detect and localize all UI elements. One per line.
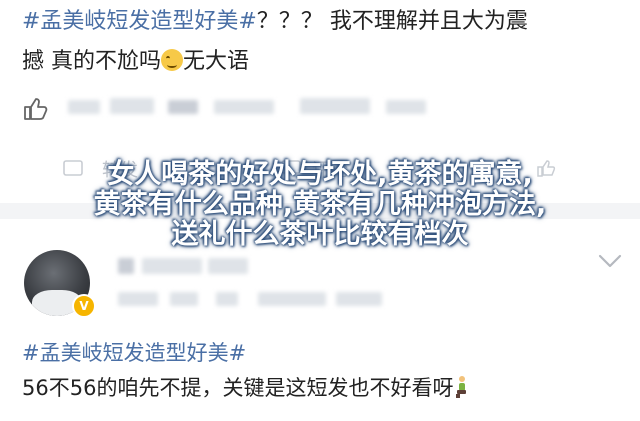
overlay-line-2: 黄茶有什么品种,黄茶有几种冲泡方法, (93, 189, 547, 220)
blurred-text (386, 100, 426, 114)
blurred-meta (216, 292, 238, 306)
blurred-text (110, 98, 154, 114)
blurred-meta (258, 292, 326, 306)
post-1-line-1-rest: ？？？ 我不理解并且大为震 (256, 9, 528, 34)
overlay-line-3: 送礼什么茶叶比较有档次 (171, 219, 469, 250)
blurred-like-count (68, 100, 100, 114)
post-1-line-2-text: 撼 真的不尬吗 (22, 49, 161, 74)
post-1-line-1: #孟美岐短发造型好美#？？？ 我不理解并且大为震 (22, 5, 622, 39)
post-1-hashtag[interactable]: #孟美岐短发造型好美# (22, 9, 257, 34)
like-icon[interactable] (22, 96, 48, 122)
post-1-line-2: 撼 真的不尬吗 无大语 (22, 45, 622, 79)
blurred-meta (118, 292, 158, 306)
post-2-hashtag[interactable]: #孟美岐短发造型好美# (22, 337, 246, 367)
post-1-line-2-end: 无大语 (183, 49, 250, 74)
kneeling-person-emoji (456, 376, 467, 398)
chevron-down-icon[interactable] (597, 252, 623, 270)
overlay-line-1: 女人喝茶的好处与坏处,黄茶的寓意, (107, 159, 533, 190)
blurred-text (300, 98, 370, 114)
blurred-username (118, 258, 134, 274)
post-2-body: 56不56的咱先不提，关键是这短发也不好看呀 (22, 376, 454, 400)
blurred-meta (170, 292, 198, 306)
post-2-text: 56不56的咱先不提，关键是这短发也不好看呀 (22, 372, 469, 402)
overlay-headline: 女人喝茶的好处与坏处,黄茶的寓意, 黄茶有什么品种,黄茶有几种冲泡方法, 送礼什… (0, 160, 640, 250)
verified-badge-icon: V (72, 294, 96, 318)
blurred-username (208, 258, 248, 274)
post-1-text: #孟美岐短发造型好美#？？？ 我不理解并且大为震 撼 真的不尬吗 无大语 (22, 5, 622, 79)
blurred-text (214, 100, 274, 114)
blurred-text (168, 100, 198, 114)
grinning-sweat-emoji (161, 49, 183, 71)
blurred-meta (336, 292, 382, 306)
blurred-username (142, 258, 202, 274)
